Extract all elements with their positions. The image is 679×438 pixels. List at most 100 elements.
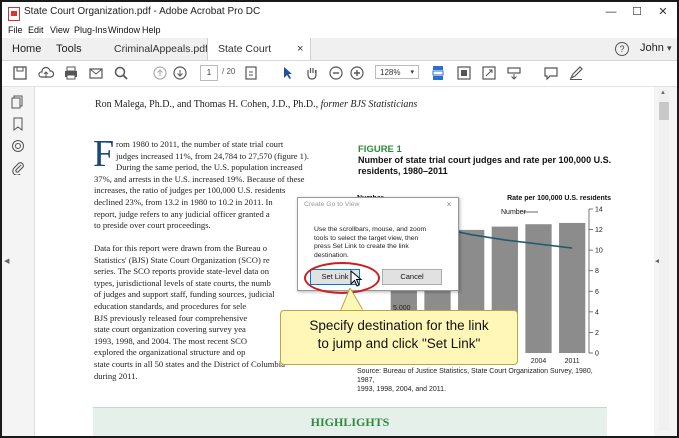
- navigation-pane: ◀: [2, 87, 35, 436]
- chart-tick-label: 14: [595, 207, 603, 214]
- chart-bar: [559, 222, 586, 353]
- dialog-message-line: press Set Link to create the link: [314, 243, 409, 251]
- chart-tick-label: 12: [595, 227, 603, 234]
- cancel-button[interactable]: Cancel: [382, 269, 442, 285]
- page-thumbnails-icon[interactable]: [11, 95, 25, 114]
- highlight-pen-icon[interactable]: [568, 65, 584, 81]
- source-line: 1993, 1998, 2004, and 2011.: [357, 386, 447, 393]
- page-total: / 20: [222, 67, 236, 76]
- para1-line-text: judges increased 11%, from 24,784 to 27,…: [116, 150, 309, 161]
- minimize-button[interactable]: —: [598, 4, 624, 20]
- chart-tick-label: 2: [595, 330, 599, 337]
- menu-plugins[interactable]: Plug-Ins: [74, 25, 107, 35]
- tab-home[interactable]: Home: [12, 38, 41, 60]
- search-icon[interactable]: [113, 65, 129, 81]
- chart-category-label: 2011: [565, 358, 580, 365]
- para2-line: during 2011.: [94, 370, 138, 381]
- chevron-down-icon[interactable]: ▾: [667, 43, 672, 54]
- next-page-icon[interactable]: [172, 65, 188, 81]
- tab-state-court[interactable]: State Court Organi... ×: [207, 38, 311, 77]
- tab-criminal-appeals[interactable]: CriminalAppeals.pdf: [114, 38, 208, 60]
- chart-tick-label: 10: [595, 248, 603, 255]
- zoom-level-select[interactable]: 128% ▾: [375, 65, 419, 79]
- figure-tag: FIGURE 1: [358, 144, 402, 155]
- comment-icon[interactable]: [543, 65, 559, 81]
- user-name[interactable]: John: [640, 42, 664, 54]
- chart-tick-label: 4: [595, 309, 599, 316]
- scrollbar-thumb[interactable]: [659, 102, 669, 120]
- callout-text: Specify destination for the link to jump…: [281, 317, 517, 353]
- upload-cloud-icon[interactable]: [38, 65, 54, 81]
- expand-left-pane-icon[interactable]: ◀: [4, 257, 9, 265]
- authors-names: Ron Malega, Ph.D., and Thomas H. Cohen, …: [95, 99, 321, 110]
- previous-page-icon[interactable]: [152, 65, 168, 81]
- dialog-message-line: destination.: [314, 251, 349, 259]
- menu-view[interactable]: View: [50, 25, 69, 35]
- bookmark-icon[interactable]: [11, 117, 25, 136]
- figure-title-line: Number of state trial court judges and r…: [358, 155, 612, 165]
- callout-line: Specify destination for the link: [309, 318, 489, 333]
- menu-help[interactable]: Help: [142, 25, 161, 35]
- menu-window[interactable]: Window: [108, 25, 140, 35]
- maximize-button[interactable]: ☐: [624, 4, 650, 20]
- tab-tools[interactable]: Tools: [56, 38, 82, 60]
- para1-line: rom 1980 to 2011, the number of state tr…: [116, 139, 284, 149]
- vertical-scrollbar[interactable]: [659, 90, 669, 430]
- dialog-message: Use the scrollbars, mouse, and zoom tool…: [314, 226, 444, 260]
- scrolling-mode-icon[interactable]: [430, 65, 446, 81]
- full-screen-icon[interactable]: [481, 65, 497, 81]
- page-fit-icon[interactable]: [243, 65, 259, 81]
- page-number-input[interactable]: 1: [200, 65, 218, 81]
- tab-bar: Home Tools CriminalAppeals.pdf State Cou…: [2, 38, 677, 77]
- attachment-icon[interactable]: [11, 161, 25, 180]
- menu-file[interactable]: File: [8, 25, 23, 35]
- zoom-out-icon[interactable]: [328, 65, 344, 81]
- save-icon[interactable]: [12, 65, 28, 81]
- authors-line: Ron Malega, Ph.D., and Thomas H. Cohen, …: [95, 99, 417, 110]
- select-cursor-icon[interactable]: [280, 65, 296, 81]
- source-line: Source: Bureau of Justice Statistics, St…: [357, 368, 593, 384]
- authors-role: former BJS Statisticians: [320, 99, 418, 110]
- chart-tick-label: 0: [595, 351, 599, 358]
- chart-right-axis-label: Rate per 100,000 U.S. residents: [507, 195, 611, 202]
- hand-tool-icon[interactable]: [304, 65, 320, 81]
- print-icon[interactable]: [63, 65, 79, 81]
- dialog-message-line: tools to select the target view, then: [314, 234, 419, 242]
- scroll-up-icon[interactable]: ▲: [660, 90, 666, 96]
- chart-category-label: 2004: [531, 358, 547, 365]
- instruction-callout: Specify destination for the link to jump…: [280, 310, 518, 365]
- toolbar: 1 / 20 128% ▾: [2, 61, 677, 87]
- dialog-message-line: Use the scrollbars, mouse, and zoom: [314, 226, 427, 233]
- email-icon[interactable]: [88, 65, 104, 81]
- callout-line: to jump and click "Set Link": [317, 336, 481, 351]
- figure-header: FIGURE 1 Number of state trial court jud…: [358, 144, 611, 177]
- para2-line: of judges and support staff, funding sou…: [94, 289, 275, 300]
- chart-tick-label: 6: [595, 289, 599, 296]
- signatures-icon[interactable]: [11, 139, 25, 158]
- mouse-pointer-icon: [350, 270, 363, 287]
- highlights-banner: HIGHLIGHTS: [93, 407, 607, 436]
- menu-bar: File Edit View Plug-Ins Window Help: [2, 24, 677, 38]
- read-mode-icon[interactable]: [506, 65, 522, 81]
- zoom-in-icon[interactable]: [349, 65, 365, 81]
- close-tab-icon[interactable]: ×: [297, 38, 303, 60]
- title-bar: State Court Organization.pdf - Adobe Acr…: [2, 2, 677, 24]
- para1-line: 37%, and arrests in the U.S. increased 1…: [94, 173, 305, 184]
- highlights-heading: HIGHLIGHTS: [310, 415, 390, 429]
- fit-page-icon[interactable]: [456, 65, 472, 81]
- zoom-dropdown-icon: ▾: [410, 69, 414, 76]
- acrobat-window: State Court Organization.pdf - Adobe Acr…: [0, 0, 679, 438]
- figure-title-line: residents, 1980–2011: [358, 166, 448, 176]
- menu-edit[interactable]: Edit: [28, 25, 44, 35]
- pdf-file-icon: [8, 7, 20, 21]
- chart-series-label: Number: [501, 209, 527, 216]
- close-window-button[interactable]: ✕: [650, 4, 676, 20]
- window-title: State Court Organization.pdf - Adobe Acr…: [24, 6, 261, 17]
- para1-line: During the same period, the U.S. populat…: [116, 162, 303, 173]
- figure-source: Source: Bureau of Justice Statistics, St…: [357, 367, 612, 394]
- para1-line: increases, the ratio of judges per 100,0…: [94, 185, 286, 196]
- help-icon[interactable]: ?: [615, 42, 629, 56]
- chart-tick-label: 8: [595, 268, 599, 275]
- dialog-close-icon[interactable]: ×: [444, 200, 454, 209]
- zoom-level-value: 128%: [380, 68, 401, 77]
